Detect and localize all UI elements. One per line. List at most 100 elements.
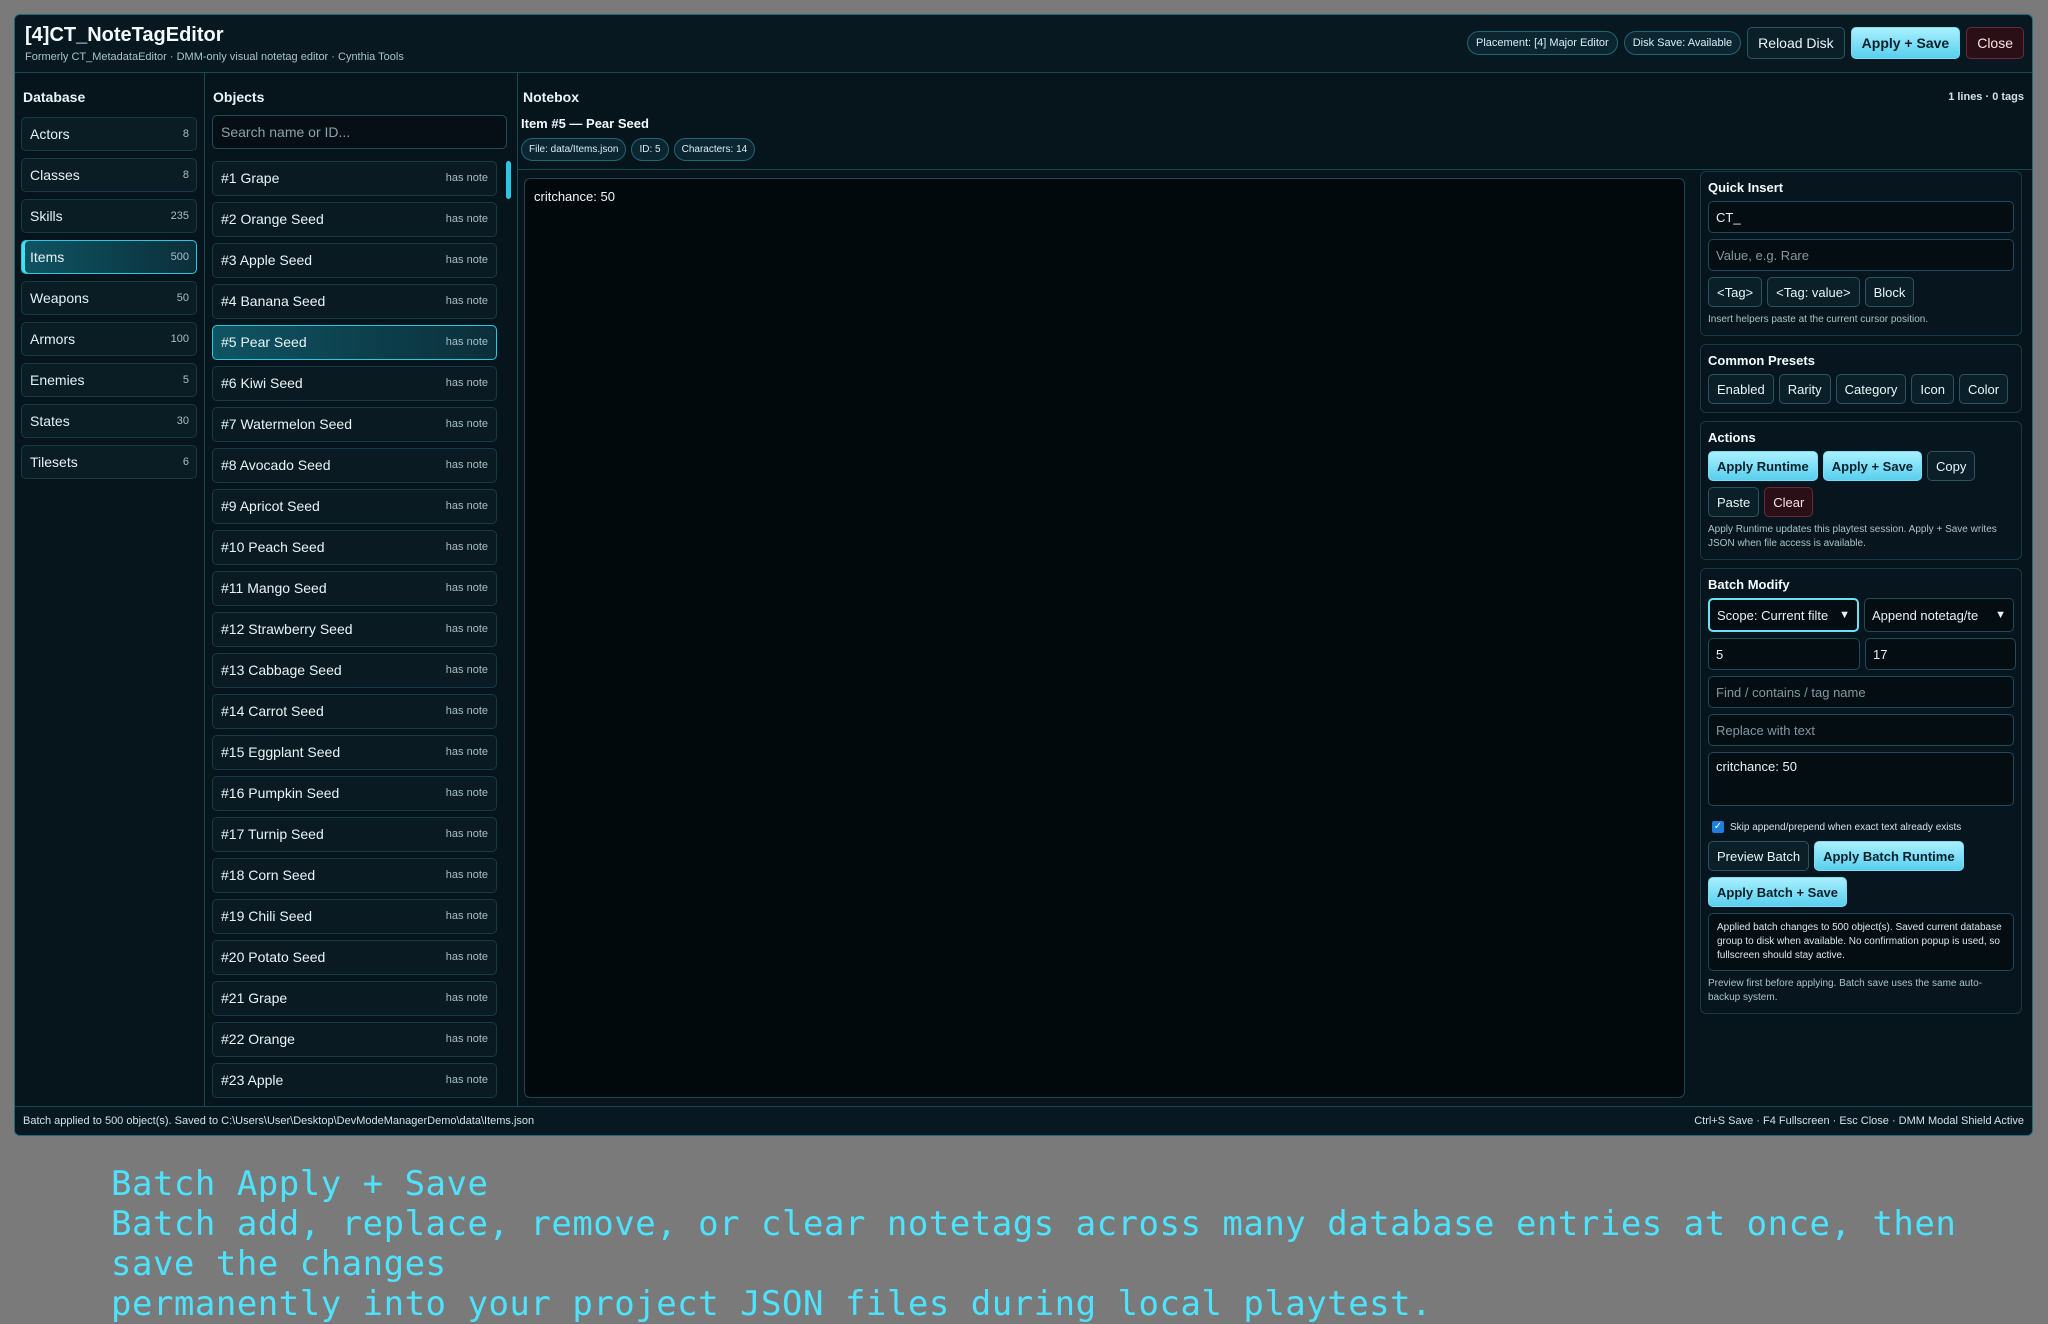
has-note-badge: has note — [445, 418, 488, 430]
object-list-item[interactable]: #18 Corn Seed has note — [212, 858, 497, 893]
database-item-weapons[interactable]: Weapons 50 — [21, 281, 197, 315]
database-item-states[interactable]: States 30 — [21, 404, 197, 438]
object-name: #11 Mango Seed — [221, 580, 327, 596]
database-item-label: Weapons — [30, 290, 89, 306]
app-title: [4]CT_NoteTagEditor — [25, 24, 224, 46]
database-item-classes[interactable]: Classes 8 — [21, 158, 197, 192]
divider — [517, 73, 518, 1106]
preset-category-button[interactable]: Category — [1835, 374, 1907, 404]
database-item-actors[interactable]: Actors 8 — [21, 117, 197, 151]
object-search-input[interactable] — [212, 115, 507, 149]
database-item-label: Classes — [30, 167, 80, 183]
characters-chip: Characters: 14 — [673, 138, 756, 161]
apply-save-button[interactable]: Apply + Save — [1822, 451, 1923, 481]
object-list-item[interactable]: #20 Potato Seed has note — [212, 940, 497, 975]
object-name: #9 Apricot Seed — [221, 498, 320, 514]
database-item-count: 100 — [170, 333, 189, 345]
shortcut-hints: Ctrl+S Save · F4 Fullscreen · Esc Close … — [1694, 1115, 2024, 1127]
close-button[interactable]: Close — [1966, 27, 2024, 59]
batch-mode-value: Append notetag/te — [1872, 607, 1979, 623]
object-list-item[interactable]: #14 Carrot Seed has note — [212, 694, 497, 729]
database-item-count: 8 — [182, 128, 189, 140]
skip-existing-option[interactable]: ✓ Skip append/prepend when exact text al… — [1712, 821, 2014, 833]
clear-button[interactable]: Clear — [1764, 487, 1814, 517]
object-name: #1 Grape — [221, 170, 280, 186]
object-list-item[interactable]: #4 Banana Seed has note — [212, 284, 497, 319]
object-list-item[interactable]: #19 Chili Seed has note — [212, 899, 497, 934]
skip-existing-label: Skip append/prepend when exact text alre… — [1730, 821, 1962, 833]
apply-batch-runtime-button[interactable]: Apply Batch Runtime — [1814, 841, 1964, 871]
database-heading: Database — [23, 89, 86, 105]
object-list-item[interactable]: #15 Eggplant Seed has note — [212, 735, 497, 770]
object-list-item[interactable]: #2 Orange Seed has note — [212, 202, 497, 237]
object-list-item[interactable]: #3 Apple Seed has note — [212, 243, 497, 278]
object-list-item[interactable]: #7 Watermelon Seed has note — [212, 407, 497, 442]
object-name: #13 Cabbage Seed — [221, 662, 342, 678]
object-list-item[interactable]: #23 Apple has note — [212, 1063, 497, 1098]
preset-color-button[interactable]: Color — [1959, 374, 2009, 404]
paste-button[interactable]: Paste — [1708, 487, 1760, 517]
object-name: #16 Pumpkin Seed — [221, 785, 340, 801]
tag-value-input[interactable] — [1708, 239, 2014, 271]
object-list-item[interactable]: #10 Peach Seed has note — [212, 530, 497, 565]
quick-insert-card: Quick Insert <Tag> <Tag: value> Block In… — [1700, 171, 2022, 336]
quick-insert-heading: Quick Insert — [1708, 180, 1784, 195]
insert-tag-button[interactable]: <Tag> — [1708, 277, 1763, 307]
checkbox-checked-icon[interactable]: ✓ — [1712, 821, 1724, 833]
feature-caption: Batch Apply + Save Batch add, replace, r… — [111, 1164, 2048, 1324]
apply-batch-save-button[interactable]: Apply Batch + Save — [1708, 877, 1848, 907]
has-note-badge: has note — [445, 951, 488, 963]
database-item-skills[interactable]: Skills 235 — [21, 199, 197, 233]
database-item-enemies[interactable]: Enemies 5 — [21, 363, 197, 397]
title-bar: [4]CT_NoteTagEditor Formerly CT_Metadata… — [15, 15, 2032, 73]
title-actions: Placement: [4] Major Editor Disk Save: A… — [1467, 27, 2024, 59]
database-item-label: Armors — [30, 331, 76, 347]
batch-mode-select[interactable]: Append notetag/te ▼ — [1864, 598, 2014, 632]
preset-enabled-button[interactable]: Enabled — [1708, 374, 1774, 404]
common-presets-card: Common Presets Enabled Rarity Category I… — [1700, 344, 2022, 413]
database-item-tilesets[interactable]: Tilesets 6 — [21, 445, 197, 479]
preset-icon-button[interactable]: Icon — [1911, 374, 1954, 404]
insert-tag-value-button[interactable]: <Tag: value> — [1767, 277, 1860, 307]
batch-scope-select[interactable]: Scope: Current filte ▼ — [1708, 598, 1859, 632]
tag-name-input[interactable] — [1708, 201, 2014, 233]
object-list-item[interactable]: #1 Grape has note — [212, 161, 497, 196]
object-list-item[interactable]: #8 Avocado Seed has note — [212, 448, 497, 483]
object-list-scrollbar[interactable] — [506, 161, 511, 199]
has-note-badge: has note — [445, 623, 488, 635]
object-list-item[interactable]: #11 Mango Seed has note — [212, 571, 497, 606]
reload-disk-button[interactable]: Reload Disk — [1747, 27, 1845, 59]
apply-runtime-button[interactable]: Apply Runtime — [1708, 451, 1818, 481]
database-item-armors[interactable]: Armors 100 — [21, 322, 197, 356]
actions-card: Actions Apply Runtime Apply + Save Copy … — [1700, 421, 2022, 560]
objects-heading: Objects — [213, 89, 265, 105]
object-list-item[interactable]: #12 Strawberry Seed has note — [212, 612, 497, 647]
batch-help: Preview first before applying. Batch sav… — [1708, 978, 1983, 1003]
object-list-item[interactable]: #6 Kiwi Seed has note — [212, 366, 497, 401]
object-name: #7 Watermelon Seed — [221, 416, 352, 432]
object-list-item[interactable]: #13 Cabbage Seed has note — [212, 653, 497, 688]
chevron-down-icon: ▼ — [1995, 609, 2006, 621]
batch-replace-input[interactable] — [1708, 714, 2014, 746]
batch-range-end-input[interactable] — [1865, 638, 2016, 670]
batch-find-input[interactable] — [1708, 676, 2014, 708]
copy-button[interactable]: Copy — [1927, 451, 1976, 481]
object-list-item[interactable]: #5 Pear Seed has note — [212, 325, 497, 360]
placement-badge: Placement: [4] Major Editor — [1467, 31, 1618, 55]
batch-text-area[interactable]: critchance: 50 — [1708, 752, 2014, 806]
database-item-items[interactable]: Items 500 — [21, 240, 197, 274]
object-list-item[interactable]: #9 Apricot Seed has note — [212, 489, 497, 524]
object-list-item[interactable]: #16 Pumpkin Seed has note — [212, 776, 497, 811]
preview-batch-button[interactable]: Preview Batch — [1708, 841, 1810, 871]
preset-rarity-button[interactable]: Rarity — [1778, 374, 1831, 404]
object-name: #14 Carrot Seed — [221, 703, 324, 719]
object-list-item[interactable]: #21 Grape has note — [212, 981, 497, 1016]
object-list-item[interactable]: #17 Turnip Seed has note — [212, 817, 497, 852]
batch-range-start-input[interactable] — [1708, 638, 1860, 670]
insert-block-button[interactable]: Block — [1864, 277, 1915, 307]
apply-save-button[interactable]: Apply + Save — [1850, 27, 1961, 59]
object-name: #17 Turnip Seed — [221, 826, 324, 842]
has-note-badge: has note — [445, 172, 488, 184]
object-list-item[interactable]: #22 Orange has note — [212, 1022, 497, 1057]
notebox-editor[interactable]: critchance: 50 — [524, 178, 1685, 1098]
